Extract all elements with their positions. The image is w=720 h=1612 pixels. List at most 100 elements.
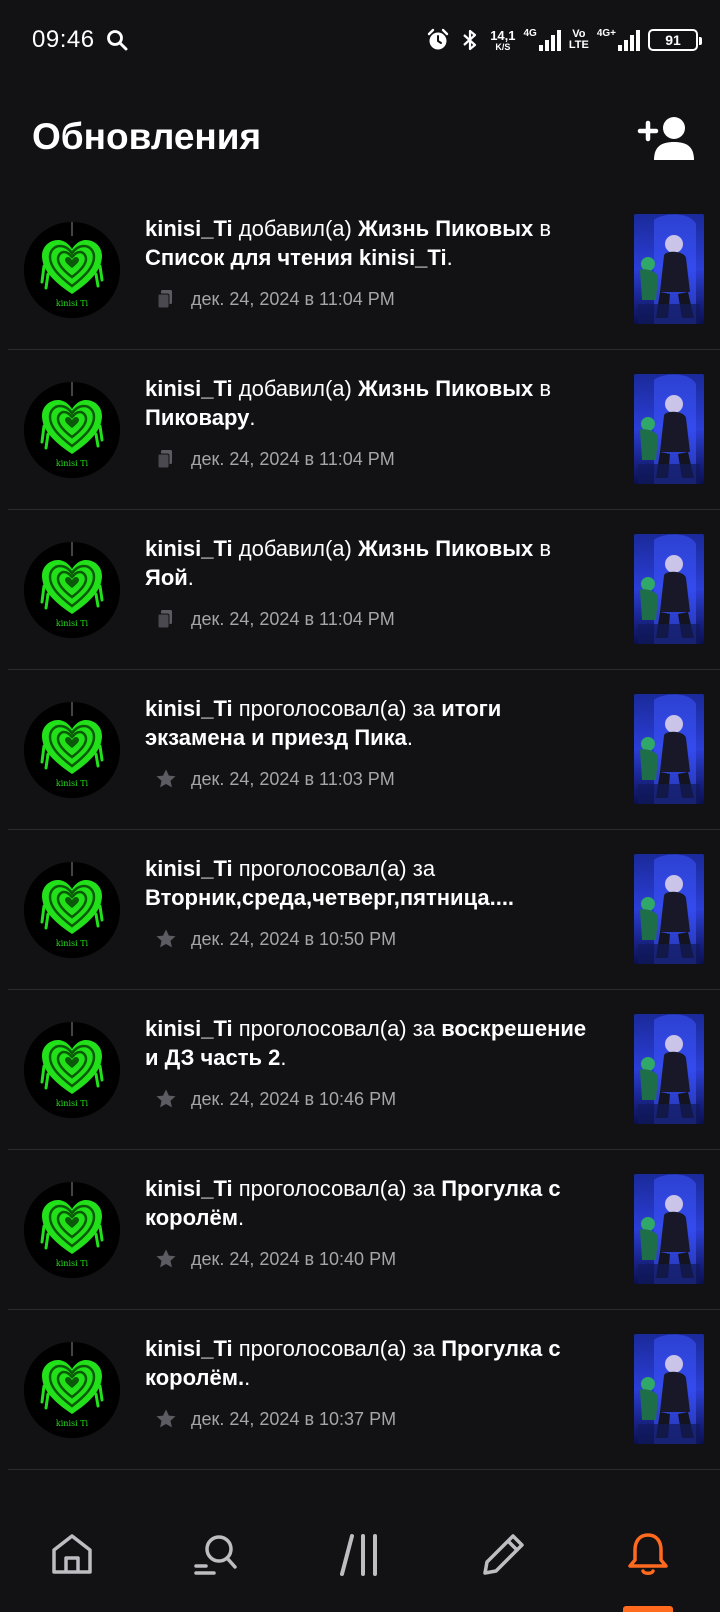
- network-2: 4G+: [597, 29, 640, 51]
- feed-item[interactable]: kinisi Ti kinisi_Ti добавил(а) Жизнь Пик…: [8, 190, 720, 350]
- action-text: проголосовал(а) за: [232, 696, 442, 721]
- svg-text:kinisi Ti: kinisi Ti: [56, 299, 89, 308]
- star-icon: [155, 1088, 177, 1110]
- list-name[interactable]: Яой: [145, 565, 188, 590]
- signal-icon-2: [618, 29, 640, 51]
- action-text: проголосовал(а) за: [232, 1336, 442, 1361]
- username[interactable]: kinisi_Ti: [145, 376, 233, 401]
- feed-item[interactable]: kinisi Ti kinisi_Ti добавил(а) Жизнь Пик…: [8, 350, 720, 510]
- username[interactable]: kinisi_Ti: [145, 536, 233, 561]
- user-avatar[interactable]: kinisi Ti: [24, 1022, 120, 1118]
- search-icon: [194, 1535, 237, 1575]
- feed-item-meta: дек. 24, 2024 в 11:04 PM: [145, 606, 605, 632]
- story-cover[interactable]: [634, 214, 704, 324]
- updates-feed: kinisi Ti kinisi_Ti добавил(а) Жизнь Пик…: [0, 190, 720, 1470]
- username[interactable]: kinisi_Ti: [145, 696, 233, 721]
- story-cover[interactable]: [634, 1174, 704, 1284]
- story-cover[interactable]: [634, 854, 704, 964]
- trailing-text: .: [244, 1365, 251, 1390]
- user-avatar[interactable]: kinisi Ti: [24, 702, 120, 798]
- user-avatar[interactable]: kinisi Ti: [24, 1182, 120, 1278]
- feed-item-text: kinisi_Ti проголосовал(а) за Прогулка с …: [145, 1174, 605, 1232]
- username[interactable]: kinisi_Ti: [145, 1016, 233, 1041]
- user-avatar[interactable]: kinisi Ti: [24, 542, 120, 638]
- star-icon: [155, 928, 177, 950]
- star-icon: [155, 1248, 177, 1270]
- user-avatar[interactable]: kinisi Ti: [24, 1342, 120, 1438]
- feed-item[interactable]: kinisi Ti kinisi_Ti проголосовал(а) за и…: [8, 670, 720, 830]
- story-cover[interactable]: [634, 694, 704, 804]
- feed-item[interactable]: kinisi Ti kinisi_Ti проголосовал(а) за П…: [8, 1150, 720, 1310]
- nav-write[interactable]: [432, 1496, 576, 1612]
- feed-item[interactable]: kinisi Ti kinisi_Ti добавил(а) Жизнь Пик…: [8, 510, 720, 670]
- timestamp: дек. 24, 2024 в 10:46 PM: [191, 1088, 397, 1109]
- feed-item-text: kinisi_Ti проголосовал(а) за Прогулка с …: [145, 1334, 605, 1392]
- feed-item-meta: дек. 24, 2024 в 10:40 PM: [145, 1246, 605, 1272]
- feed-item-content: kinisi_Ti добавил(а) Жизнь Пиковых в Пик…: [145, 374, 605, 472]
- story-cover[interactable]: [634, 374, 704, 484]
- list-name[interactable]: Пиковару: [145, 405, 249, 430]
- username[interactable]: kinisi_Ti: [145, 216, 233, 241]
- network-1: 4G: [524, 29, 561, 51]
- nav-notifications[interactable]: [576, 1496, 720, 1612]
- feed-item-text: kinisi_Ti проголосовал(а) за воскрешение…: [145, 1014, 605, 1072]
- timestamp: дек. 24, 2024 в 11:04 PM: [191, 288, 395, 309]
- user-avatar[interactable]: kinisi Ti: [24, 382, 120, 478]
- library-icon: [340, 1534, 377, 1576]
- feed-item-text: kinisi_Ti добавил(а) Жизнь Пиковых в Спи…: [145, 214, 605, 272]
- username[interactable]: kinisi_Ti: [145, 1176, 233, 1201]
- feed-item-content: kinisi_Ti проголосовал(а) за Вторник,сре…: [145, 854, 605, 952]
- page-title: Обновления: [32, 116, 262, 157]
- feed-item-text: kinisi_Ti проголосовал(а) за Вторник,сре…: [145, 854, 605, 912]
- pencil-icon: [483, 1534, 524, 1575]
- list-name[interactable]: Список для чтения kinisi_Ti: [145, 245, 447, 270]
- nav-home[interactable]: [0, 1496, 144, 1612]
- story-cover[interactable]: [634, 1334, 704, 1444]
- feed-item-text: kinisi_Ti проголосовал(а) за итоги экзам…: [145, 694, 605, 752]
- status-time: 09:46: [32, 26, 95, 53]
- svg-text:kinisi Ti: kinisi Ti: [56, 939, 89, 948]
- bluetooth-icon: [463, 29, 477, 51]
- username[interactable]: kinisi_Ti: [145, 856, 233, 881]
- search-icon: [107, 30, 128, 51]
- signal-icon: [538, 29, 561, 51]
- timestamp: дек. 24, 2024 в 10:40 PM: [191, 1248, 397, 1269]
- feed-item-text: kinisi_Ti добавил(а) Жизнь Пиковых в Пик…: [145, 374, 605, 432]
- story-title[interactable]: Жизнь Пиковых: [358, 536, 533, 561]
- feed-item-content: kinisi_Ti проголосовал(а) за Прогулка с …: [145, 1174, 605, 1272]
- story-title[interactable]: Вторник,среда,четверг,пятница....: [145, 885, 514, 910]
- user-avatar[interactable]: kinisi Ti: [24, 862, 120, 958]
- nav-library[interactable]: [288, 1496, 432, 1612]
- story-title[interactable]: Жизнь Пиковых: [358, 216, 533, 241]
- action-text: добавил(а): [232, 376, 358, 401]
- story-title[interactable]: Жизнь Пиковых: [358, 376, 533, 401]
- feed-item-text: kinisi_Ti добавил(а) Жизнь Пиковых в Яой…: [145, 534, 605, 592]
- feed-item[interactable]: kinisi Ti kinisi_Ti проголосовал(а) за В…: [8, 830, 720, 990]
- connector-text: в: [533, 536, 552, 561]
- timestamp: дек. 24, 2024 в 10:50 PM: [191, 928, 397, 949]
- user-avatar[interactable]: kinisi Ti: [24, 222, 120, 318]
- feed-item[interactable]: kinisi Ti kinisi_Ti проголосовал(а) за П…: [8, 1310, 720, 1470]
- star-icon: [155, 1408, 177, 1430]
- add-friend-icon[interactable]: [636, 114, 696, 162]
- story-cover[interactable]: [634, 1014, 704, 1124]
- feed-item[interactable]: kinisi Ti kinisi_Ti проголосовал(а) за в…: [8, 990, 720, 1150]
- trailing-text: .: [237, 1205, 245, 1230]
- volte-indicator: Vo LTE: [568, 28, 589, 51]
- action-text: добавил(а): [232, 536, 358, 561]
- svg-text:kinisi Ti: kinisi Ti: [56, 459, 89, 468]
- connector-text: в: [533, 376, 552, 401]
- username[interactable]: kinisi_Ti: [145, 1336, 233, 1361]
- timestamp: дек. 24, 2024 в 11:04 PM: [191, 448, 395, 469]
- story-cover[interactable]: [634, 534, 704, 644]
- connector-text: в: [533, 216, 552, 241]
- battery-indicator: 91: [648, 29, 702, 51]
- svg-text:kinisi Ti: kinisi Ti: [56, 1259, 89, 1268]
- action-text: проголосовал(а) за: [232, 1016, 442, 1041]
- action-text: проголосовал(а) за: [232, 856, 436, 881]
- bottom-navigation: [0, 1496, 720, 1612]
- feed-item-meta: дек. 24, 2024 в 11:04 PM: [145, 446, 605, 472]
- feed-item-meta: дек. 24, 2024 в 10:50 PM: [145, 926, 605, 952]
- nav-search[interactable]: [144, 1496, 288, 1612]
- svg-text:kinisi Ti: kinisi Ti: [56, 1099, 89, 1108]
